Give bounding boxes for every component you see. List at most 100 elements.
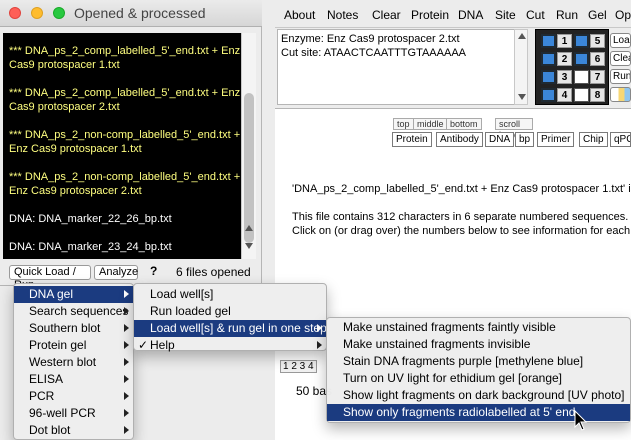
file-line2: Enz Cas9 protospacer 2.txt xyxy=(9,185,142,197)
lane-checkbox[interactable] xyxy=(541,88,556,102)
menu-gel[interactable]: Gel xyxy=(588,8,607,22)
menu-clear[interactable]: Clear xyxy=(372,8,401,22)
analyze-button[interactable]: Analyze xyxy=(94,265,138,280)
dna-button[interactable]: DNA xyxy=(485,132,515,147)
file-list-item[interactable]: *** DNA_ps_2_comp_labelled_5'_end.txt + … xyxy=(9,86,240,114)
tab-scroll-buttons[interactable]: scroll buttons xyxy=(495,118,533,140)
main-menubar: About Notes Clear Protein DNA Site Cut R… xyxy=(275,0,631,28)
close-window-button[interactable] xyxy=(9,7,21,19)
submenu-arrow-icon xyxy=(124,324,129,332)
menu-item-help[interactable]: ✓ Help xyxy=(134,337,326,354)
lane-checkbox[interactable] xyxy=(574,88,589,102)
tab-middle[interactable]: middle xyxy=(413,118,448,130)
opened-files-list[interactable]: *** DNA_ps_2_comp_labelled_5'_end.txt + … xyxy=(3,33,241,259)
lane-number: 4 xyxy=(557,88,572,102)
menu-item-uv-light[interactable]: Turn on UV light for ethidium gel [orang… xyxy=(327,370,630,387)
scroll-up-arrow-icon[interactable] xyxy=(518,33,526,39)
enzyme-name: Enzyme: Enz Cas9 protospacer 2.txt xyxy=(281,33,460,45)
submenu-arrow-icon xyxy=(317,341,322,349)
menu-dna[interactable]: DNA xyxy=(458,8,483,22)
chip-button[interactable]: Chip xyxy=(579,132,608,147)
menu-item-label: ELISA xyxy=(29,372,64,386)
menu-options[interactable]: Op xyxy=(615,8,631,22)
lane-checkbox[interactable] xyxy=(541,52,556,66)
lane-checkbox[interactable] xyxy=(574,34,589,48)
menu-item-stain-purple[interactable]: Stain DNA fragments purple [methylene bl… xyxy=(327,353,630,370)
menu-item-faintly-visible[interactable]: Make unstained fragments faintly visible xyxy=(327,319,630,336)
primer-button[interactable]: Primer xyxy=(537,132,575,147)
enzyme-info-box: Enzyme: Enz Cas9 protospacer 2.txt Cut s… xyxy=(277,29,515,105)
file-list-item[interactable]: *** DNA_ps_2_comp_labelled_5'_end.txt + … xyxy=(9,44,240,72)
scrollbar-thumb[interactable] xyxy=(244,93,254,243)
clear-button[interactable]: Clea xyxy=(610,51,631,66)
menu-item-label: Help xyxy=(150,338,175,352)
menu-item-uv-photo[interactable]: Show light fragments on dark background … xyxy=(327,387,630,404)
scroll-down-arrow-icon[interactable] xyxy=(518,94,526,100)
submenu-arrow-icon xyxy=(124,358,129,366)
menu-item-label: Show light fragments on dark background … xyxy=(343,388,625,402)
scroll-up-arrow-icon[interactable] xyxy=(245,225,253,231)
menu-item-invisible[interactable]: Make unstained fragments invisible xyxy=(327,336,630,353)
lane-checkbox[interactable] xyxy=(574,70,589,84)
menu-item-southern-blot[interactable]: Southern blot xyxy=(14,320,133,337)
file-list-scrollbar[interactable] xyxy=(241,33,256,259)
menu-item-label: Dot blot xyxy=(29,423,71,437)
menu-protein[interactable]: Protein xyxy=(411,8,449,22)
menu-item-load-wells[interactable]: Load well[s] xyxy=(134,286,326,303)
file-stats: This file contains 312 characters in 6 s… xyxy=(292,211,629,223)
menu-item-label: Show only fragments radiolabelled at 5' … xyxy=(343,405,576,419)
file-list-item[interactable]: *** DNA_ps_2_non-comp_labelled_5'_end.tx… xyxy=(9,128,241,156)
menu-run[interactable]: Run xyxy=(556,8,578,22)
submenu-arrow-icon xyxy=(317,324,322,332)
quick-load-run-button[interactable]: Quick Load / Run xyxy=(9,265,91,291)
protein-gel-button[interactable]: Protein xyxy=(392,132,432,147)
zoom-window-button[interactable] xyxy=(53,7,65,19)
lane-checkbox[interactable] xyxy=(541,34,556,48)
menu-item-protein-gel[interactable]: Protein gel xyxy=(14,337,133,354)
lane-number: 5 xyxy=(590,34,605,48)
scroll-down-arrow-icon[interactable] xyxy=(245,243,253,249)
menu-item-96-well-pcr[interactable]: 96-well PCR xyxy=(14,405,133,422)
file-list-item[interactable]: *** DNA_ps_2_non-comp_labelled_5'_end.tx… xyxy=(9,170,240,198)
file-list-item[interactable]: DNA: DNA_marker_22_26_bp.txt xyxy=(9,212,237,226)
menu-cut[interactable]: Cut xyxy=(526,8,545,22)
window-titlebar[interactable]: Opened & processed xyxy=(0,0,262,27)
lane-checkbox[interactable] xyxy=(574,52,589,66)
help-question-mark[interactable]: ? xyxy=(150,264,157,278)
antibody-button[interactable]: Antibody xyxy=(436,132,483,147)
lane-number: 3 xyxy=(557,70,572,84)
lane-number: 7 xyxy=(590,70,605,84)
menu-item-pcr[interactable]: PCR xyxy=(14,388,133,405)
menu-item-label: Stain DNA fragments purple [methylene bl… xyxy=(343,354,584,368)
lane-checkbox[interactable] xyxy=(541,70,556,84)
file-list-item[interactable]: DNA: DNA_marker_23_24_bp.txt xyxy=(9,240,237,254)
menu-item-load-and-run[interactable]: Load well[s] & run gel in one step xyxy=(134,320,327,337)
menu-item-run-loaded-gel[interactable]: Run loaded gel xyxy=(134,303,326,320)
gel-action-buttons: Loa Clea Run xyxy=(610,29,631,105)
menu-item-western-blot[interactable]: Western blot xyxy=(14,354,133,371)
sequence-info-text: 'DNA_ps_2_comp_labelled_5'_end.txt + Enz… xyxy=(292,182,631,238)
enzyme-info-scrollbar[interactable] xyxy=(514,29,528,105)
tab-top[interactable]: top xyxy=(393,118,414,130)
lane-number: 8 xyxy=(590,88,605,102)
menu-item-dot-blot[interactable]: Dot blot xyxy=(14,422,133,439)
menu-about[interactable]: About xyxy=(284,8,315,22)
sequence-number-strip[interactable]: 1 2 3 4 xyxy=(280,360,317,373)
bp-button[interactable]: bp xyxy=(515,132,535,147)
menu-item-elisa[interactable]: ELISA xyxy=(14,371,133,388)
file-line2: Cas9 protospacer 1.txt xyxy=(9,59,120,71)
minimize-window-button[interactable] xyxy=(31,7,43,19)
submenu-arrow-icon xyxy=(124,290,129,298)
color-swatch-button[interactable] xyxy=(610,87,631,102)
staining-submenu: Make unstained fragments faintly visible… xyxy=(326,317,631,423)
load-button[interactable]: Loa xyxy=(610,33,631,48)
qpcr-button[interactable]: qPCR xyxy=(610,132,631,147)
file-line1: *** DNA_ps_2_non-comp_labelled_5'_end.tx… xyxy=(9,129,241,141)
menu-notes[interactable]: Notes xyxy=(327,8,358,22)
tab-bottom[interactable]: bottom xyxy=(446,118,482,130)
menu-item-label: Protein gel xyxy=(29,338,87,352)
run-button[interactable]: Run xyxy=(610,69,631,84)
menu-item-search-sequences[interactable]: Search sequences xyxy=(14,303,133,320)
menu-item-dna-gel[interactable]: DNA gel xyxy=(14,286,133,303)
menu-site[interactable]: Site xyxy=(495,8,516,22)
